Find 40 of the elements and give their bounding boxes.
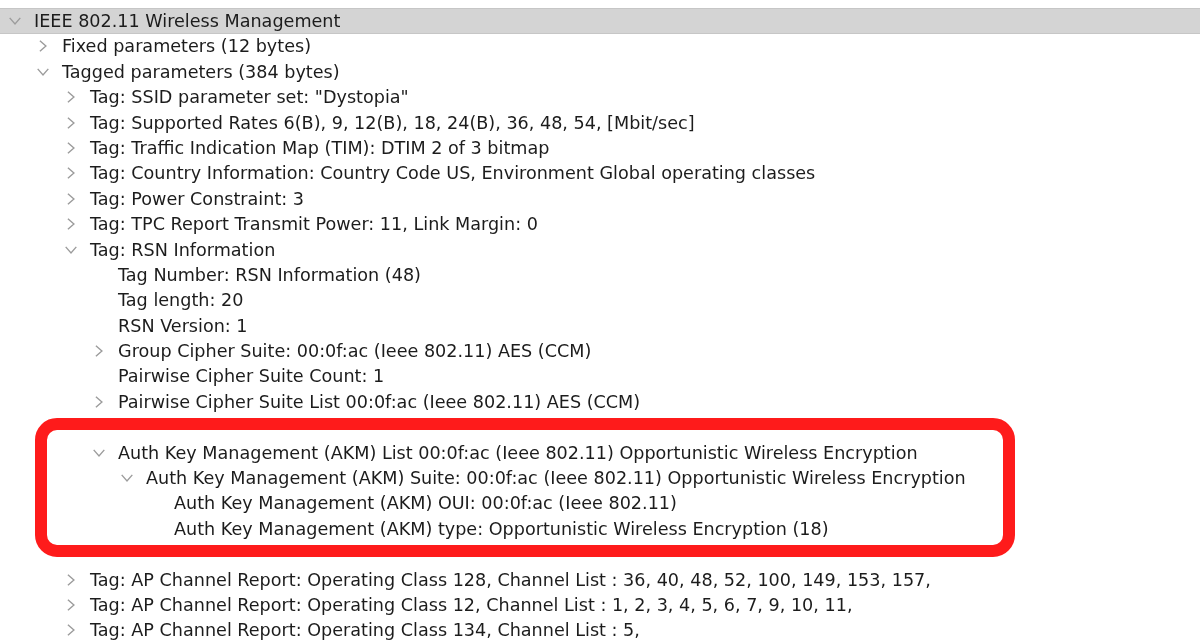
chevron-right-icon[interactable]: [67, 141, 75, 154]
chevron-down-icon[interactable]: [37, 67, 49, 76]
tree-item[interactable]: Group Cipher Suite: 00:0f:ac (Ieee 802.11) AES (CCM): [118, 340, 592, 363]
tree-item[interactable]: Tag: AP Channel Report: Operating Class 128, Channel List : 36, 40, 48, 52, 100, 149, 153, 157,: [90, 568, 931, 591]
chevron-right-icon[interactable]: [67, 167, 75, 180]
chevron-down-icon[interactable]: [65, 245, 77, 254]
chevron-down-icon[interactable]: [121, 474, 133, 482]
chevron-right-icon[interactable]: [67, 192, 75, 205]
tree-item[interactable]: Tag Number: RSN Information (48): [118, 263, 421, 286]
chevron-right-icon[interactable]: [67, 116, 75, 129]
tree-item[interactable]: Tagged parameters (384 bytes): [62, 60, 340, 83]
tree-item[interactable]: Tag: TPC Report Transmit Power: 11, Link Margin: 0: [90, 213, 538, 236]
chevron-down-icon[interactable]: [9, 17, 21, 25]
chevron-right-icon[interactable]: [67, 91, 75, 104]
tree-item[interactable]: Auth Key Management (AKM) type: Opportunistic Wireless Encryption (18): [174, 517, 829, 540]
tree-item[interactable]: Tag: RSN Information: [90, 238, 276, 261]
tree-item[interactable]: Auth Key Management (AKM) Suite: 00:0f:ac (Ieee 802.11) Opportunistic Wireless Encryption: [146, 467, 966, 489]
chevron-right-icon[interactable]: [95, 345, 103, 358]
tree-item[interactable]: Tag: Power Constraint: 3: [90, 187, 305, 210]
tree-item[interactable]: Tag: Supported Rates 6(B), 9, 12(B), 18, 24(B), 36, 48, 54, [Mbit/sec]: [90, 111, 695, 134]
tree-item[interactable]: Tag length: 20: [118, 289, 244, 312]
tree-item[interactable]: Tag: Traffic Indication Map (TIM): DTIM 2 of 3 bitmap: [90, 136, 550, 159]
tree-item[interactable]: Auth Key Management (AKM) OUI: 00:0f:ac (Ieee 802.11): [174, 492, 677, 515]
tree-item[interactable]: Tag: AP Channel Report: Operating Class 134, Channel List : 5,: [90, 619, 640, 642]
tree-item[interactable]: Tag: AP Channel Report: Operating Class 12, Channel List : 1, 2, 3, 4, 5, 6, 7, 9, 10, 11,: [90, 593, 853, 616]
chevron-right-icon[interactable]: [67, 218, 75, 231]
tree-item[interactable]: IEEE 802.11 Wireless Management: [34, 10, 341, 32]
tree-item[interactable]: Pairwise Cipher Suite List 00:0f:ac (Ieee 802.11) AES (CCM): [118, 390, 641, 413]
tree-item[interactable]: Tag: Country Information: Country Code US, Environment Global operating classes: [90, 162, 816, 185]
chevron-right-icon[interactable]: [67, 624, 75, 637]
chevron-right-icon[interactable]: [39, 40, 47, 53]
chevron-down-icon[interactable]: [93, 448, 105, 457]
chevron-right-icon[interactable]: [67, 573, 75, 586]
tree-item[interactable]: Fixed parameters (12 bytes): [62, 35, 311, 58]
tree-item[interactable]: Tag: SSID parameter set: "Dystopia": [90, 86, 409, 109]
tree-item[interactable]: Pairwise Cipher Suite Count: 1: [118, 365, 385, 388]
chevron-right-icon[interactable]: [67, 598, 75, 611]
chevron-right-icon[interactable]: [95, 395, 103, 408]
tree-item[interactable]: Auth Key Management (AKM) List 00:0f:ac (Ieee 802.11) Opportunistic Wireless Encryption: [118, 441, 918, 464]
tree-item[interactable]: RSN Version: 1: [118, 314, 248, 337]
